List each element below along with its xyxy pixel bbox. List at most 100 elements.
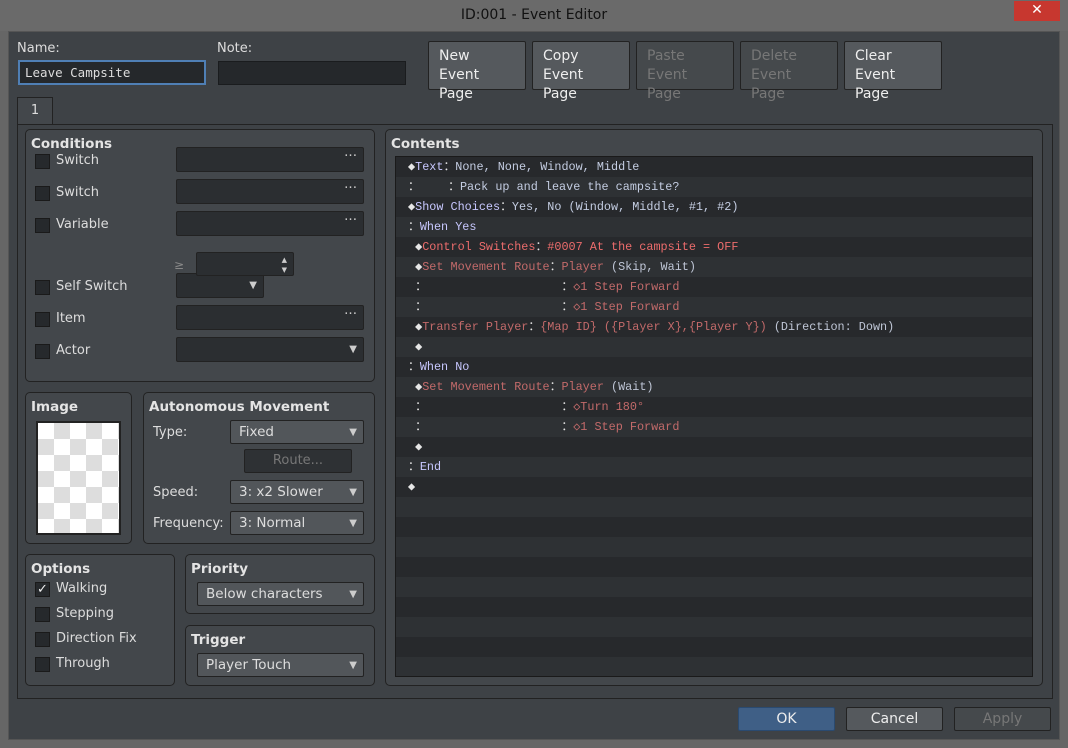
command-line[interactable]: ◆Show Choices：Yes, No (Window, Middle, #… <box>396 197 1032 217</box>
cancel-button[interactable]: Cancel <box>846 707 943 731</box>
condition-checkbox[interactable] <box>35 186 50 201</box>
command-line[interactable]: ◆Set Movement Route：Player (Wait) <box>396 377 1032 397</box>
apply-button[interactable]: Apply <box>954 707 1051 731</box>
condition-selector[interactable]: ··· <box>176 147 364 172</box>
command-line[interactable]: ◆Control Switches：#0007 At the campsite … <box>396 237 1032 257</box>
condition-checkbox[interactable] <box>35 154 50 169</box>
condition-selector[interactable]: ▼ <box>176 273 264 298</box>
command-segment: #0007 At the campsite = OFF <box>547 240 739 254</box>
command-line[interactable]: ：End <box>396 457 1032 477</box>
chevron-down-icon: ▼ <box>349 518 357 529</box>
command-line[interactable]: ：When Yes <box>396 217 1032 237</box>
ellipsis-icon: ··· <box>344 180 357 196</box>
command-segment: ： <box>408 360 420 374</box>
event-image-picker[interactable] <box>36 421 121 535</box>
close-button[interactable]: ✕ <box>1014 1 1060 21</box>
command-segment: ： <box>426 400 574 414</box>
button-line-2: Event Page <box>439 67 480 102</box>
chevron-down-icon: ▼ <box>349 660 357 671</box>
speed-label: Speed: <box>153 485 199 500</box>
condition-checkbox[interactable] <box>35 280 50 295</box>
command-segment: None, None, Window, Middle <box>455 160 640 174</box>
option-label: Through <box>56 656 110 671</box>
empty-row <box>396 557 1032 577</box>
command-line[interactable]: ：When No <box>396 357 1032 377</box>
command-line[interactable]: ： ：Pack up and leave the campsite? <box>396 177 1032 197</box>
trigger-dropdown[interactable]: Player Touch ▼ <box>197 653 364 677</box>
route-button[interactable]: Route... <box>244 449 352 473</box>
command-line[interactable]: ◆Set Movement Route：Player (Skip, Wait) <box>396 257 1032 277</box>
type-dropdown[interactable]: Fixed ▼ <box>230 420 364 444</box>
condition-selector[interactable]: ··· <box>176 305 364 330</box>
command-segment: ： <box>408 280 427 294</box>
chevron-down-icon: ▼ <box>349 344 357 355</box>
frequency-dropdown[interactable]: 3: Normal ▼ <box>230 511 364 535</box>
command-line[interactable]: ： ：◇1 Step Forward <box>396 297 1032 317</box>
command-segment: ◆ <box>408 320 423 334</box>
command-segment: Player <box>561 260 611 274</box>
type-label: Type: <box>153 425 188 440</box>
image-title: Image <box>31 399 79 415</box>
command-segment: Control Switches <box>422 240 536 254</box>
command-segment: ◇1 Step Forward <box>573 420 680 434</box>
command-segment: ： <box>408 300 427 314</box>
toolbar-button-paste[interactable]: Paste Event Page <box>636 41 734 102</box>
condition-label: Item <box>56 311 86 326</box>
variable-value-spinner[interactable]: ▲ ▼ <box>196 252 294 276</box>
option-label: Walking <box>56 581 108 596</box>
option-checkbox-direction-fix[interactable] <box>35 632 50 647</box>
condition-selector[interactable]: ··· <box>176 211 364 236</box>
command-segment: ： <box>500 200 512 214</box>
command-segment: ◇Turn 180° <box>573 400 645 414</box>
priority-dropdown[interactable]: Below characters ▼ <box>197 582 364 606</box>
event-command-list[interactable]: ◆Text：None, None, Window, Middle： ：Pack … <box>395 156 1033 677</box>
command-segment: (Skip, Wait) <box>611 260 696 274</box>
command-segment: {Map ID} ({Player X},{Player Y}) <box>540 320 774 334</box>
ok-button[interactable]: OK <box>738 707 835 731</box>
command-segment: ： <box>528 320 541 334</box>
toolbar-button-delete[interactable]: Delete Event Page <box>740 41 838 102</box>
command-line[interactable]: ： ：◇Turn 180° <box>396 397 1032 417</box>
empty-row <box>396 497 1032 517</box>
command-segment: ： <box>419 180 460 194</box>
command-line[interactable]: ◆Transfer Player：{Map ID} ({Player X},{P… <box>396 317 1032 337</box>
editor-body: Name: Leave Campsite Note: New Event Page… <box>8 31 1060 740</box>
options-group: Options ✓ Walking Stepping Direction Fix Thr… <box>25 554 175 686</box>
option-checkbox-through[interactable] <box>35 657 50 672</box>
command-segment: Set Movement Route <box>422 380 550 394</box>
command-line[interactable]: ◆ <box>396 477 1032 497</box>
condition-label: Self Switch <box>56 279 128 294</box>
priority-value: Below characters <box>206 586 323 602</box>
trigger-title: Trigger <box>191 632 246 648</box>
command-segment: ◆ <box>408 380 423 394</box>
trigger-group: Trigger Player Touch ▼ <box>185 625 375 686</box>
toolbar-button-new[interactable]: New Event Page <box>428 41 526 102</box>
frequency-label: Frequency: <box>153 516 224 531</box>
condition-label: Actor <box>56 343 91 358</box>
command-line[interactable]: ： ：◇1 Step Forward <box>396 277 1032 297</box>
command-segment: ： <box>408 420 427 434</box>
condition-checkbox[interactable] <box>35 344 50 359</box>
command-line[interactable]: ◆ <box>396 437 1032 457</box>
condition-selector[interactable]: ··· <box>176 179 364 204</box>
speed-value: 3: x2 Slower <box>239 484 323 500</box>
tab-page-1[interactable]: 1 <box>17 97 53 125</box>
condition-checkbox[interactable] <box>35 218 50 233</box>
button-line-2: Event Page <box>855 67 896 102</box>
toolbar-button-clear[interactable]: Clear Event Page <box>844 41 942 102</box>
command-line[interactable]: ◆ <box>396 337 1032 357</box>
toolbar-button-copy[interactable]: Copy Event Page <box>532 41 630 102</box>
command-segment: Player <box>561 380 611 394</box>
option-checkbox-stepping[interactable] <box>35 607 50 622</box>
command-segment: ◆ <box>408 440 423 454</box>
condition-selector[interactable]: ▼ <box>176 337 364 362</box>
name-input[interactable]: Leave Campsite <box>18 60 206 85</box>
speed-dropdown[interactable]: 3: x2 Slower ▼ <box>230 480 364 504</box>
movement-title: Autonomous Movement <box>149 399 330 415</box>
command-line[interactable]: ◆Text：None, None, Window, Middle <box>396 157 1032 177</box>
option-checkbox-walking[interactable]: ✓ <box>35 582 50 597</box>
condition-checkbox[interactable] <box>35 312 50 327</box>
command-segment: ： <box>549 260 562 274</box>
note-input[interactable] <box>218 61 406 85</box>
command-line[interactable]: ： ：◇1 Step Forward <box>396 417 1032 437</box>
